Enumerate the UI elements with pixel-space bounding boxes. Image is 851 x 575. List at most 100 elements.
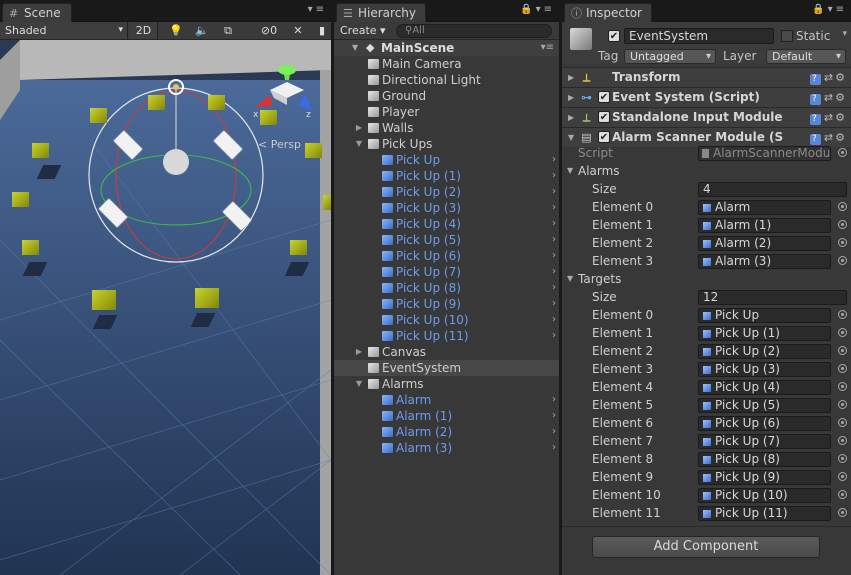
expand-arrow-icon[interactable]: ▶ [354, 344, 364, 360]
object-picker-icon[interactable] [838, 490, 847, 499]
shading-mode-dropdown[interactable]: Shaded ▾ [0, 22, 128, 39]
hierarchy-item[interactable]: Pick Up (10) › [334, 312, 559, 328]
scene-viewport[interactable]: x z < Persp [0, 40, 331, 575]
object-picker-icon[interactable] [838, 454, 847, 463]
scene-gizmo-icon[interactable]: x z [250, 60, 320, 140]
scene-menu-icon[interactable]: ▾≡ [541, 40, 554, 56]
object-reference-field[interactable]: Pick Up (1) [698, 326, 831, 341]
object-picker-icon[interactable] [838, 400, 847, 409]
pickup-cube[interactable] [22, 240, 39, 255]
object-picker-icon[interactable] [838, 238, 847, 247]
chevron-right-icon[interactable]: › [552, 232, 556, 248]
object-reference-field[interactable]: Pick Up [698, 308, 831, 323]
component-event-system[interactable]: ▶ ⊶ ✔ Event System (Script) ? ⇄⚙ [562, 87, 851, 107]
targets-size-field[interactable]: 12 [698, 290, 847, 305]
hierarchy-item[interactable]: ▶ Canvas [334, 344, 559, 360]
hierarchy-item[interactable]: Pick Up (7) › [334, 264, 559, 280]
tab-inspector[interactable]: ⓘ Inspector [564, 3, 652, 22]
expand-arrow-icon[interactable]: ▼ [354, 376, 364, 392]
hierarchy-item[interactable]: Pick Up (1) › [334, 168, 559, 184]
hierarchy-item[interactable]: ▼ Pick Ups [334, 136, 559, 152]
object-reference-field[interactable]: Pick Up (7) [698, 434, 831, 449]
object-picker-icon[interactable] [838, 328, 847, 337]
layer-dropdown[interactable]: Default [766, 49, 846, 64]
add-component-button[interactable]: Add Component [592, 536, 820, 558]
audio-toggle-icon[interactable]: 🔈 [194, 23, 210, 38]
object-reference-field[interactable]: Pick Up (2) [698, 344, 831, 359]
chevron-right-icon[interactable]: › [552, 248, 556, 264]
component-standalone-input[interactable]: ▶ ⟂ ✔ Standalone Input Module ? ⇄⚙ [562, 107, 851, 127]
help-icon[interactable]: ? [809, 74, 821, 85]
object-picker-icon[interactable] [838, 310, 847, 319]
expand-arrow-icon[interactable]: ▼ [354, 136, 364, 152]
chevron-right-icon[interactable]: › [552, 440, 556, 456]
hierarchy-item[interactable]: Alarm › [334, 392, 559, 408]
chevron-right-icon[interactable]: › [552, 184, 556, 200]
component-actions[interactable]: ? ⇄⚙ [809, 108, 847, 127]
tag-dropdown[interactable]: Untagged [624, 49, 716, 64]
object-reference-field[interactable]: Alarm (1) [698, 218, 831, 233]
expand-arrow-icon[interactable]: ▼ [567, 162, 573, 180]
chevron-right-icon[interactable]: › [552, 392, 556, 408]
lighting-toggle-icon[interactable]: 💡 [168, 23, 184, 38]
hierarchy-item[interactable]: EventSystem [334, 360, 559, 376]
tab-hierarchy[interactable]: ☰ Hierarchy [336, 3, 426, 22]
hierarchy-search-input[interactable]: ⚲All [396, 24, 552, 38]
persp-label[interactable]: < Persp [258, 138, 301, 151]
help-icon[interactable]: ? [809, 114, 821, 125]
create-dropdown[interactable]: Create ▾ [340, 24, 386, 38]
component-enabled-checkbox[interactable]: ✔ [598, 111, 610, 123]
expand-arrow-icon[interactable]: ▼ [352, 40, 358, 56]
expand-arrow-icon[interactable]: ▼ [567, 270, 573, 288]
object-reference-field[interactable]: Pick Up (11) [698, 506, 831, 521]
alarms-size-field[interactable]: 4 [698, 182, 847, 197]
effects-toggle-icon[interactable]: ⧉ [220, 23, 236, 38]
expand-arrow-icon[interactable]: ▶ [568, 68, 574, 87]
hierarchy-item[interactable]: Pick Up (6) › [334, 248, 559, 264]
help-icon[interactable]: ? [809, 94, 821, 105]
object-reference-field[interactable]: Alarm (2) [698, 236, 831, 251]
object-reference-field[interactable]: Pick Up (9) [698, 470, 831, 485]
pickup-cube[interactable] [12, 192, 29, 207]
hierarchy-item[interactable]: ▶ Walls [334, 120, 559, 136]
component-actions[interactable]: ? ⇄⚙ [809, 88, 847, 107]
static-checkbox[interactable] [781, 30, 793, 42]
camera-settings-icon[interactable]: ▮ [314, 23, 330, 38]
chevron-right-icon[interactable]: › [552, 216, 556, 232]
hierarchy-item[interactable]: Pick Up (11) › [334, 328, 559, 344]
expand-arrow-icon[interactable]: ▶ [354, 120, 364, 136]
pickup-cube[interactable] [90, 108, 107, 123]
hierarchy-item[interactable]: ▼ Alarms [334, 376, 559, 392]
hierarchy-item[interactable]: Pick Up (8) › [334, 280, 559, 296]
hierarchy-item[interactable]: Alarm (2) › [334, 424, 559, 440]
object-picker-icon[interactable] [838, 202, 847, 211]
object-reference-field[interactable]: Pick Up (4) [698, 380, 831, 395]
pickup-cube[interactable] [32, 143, 49, 158]
component-transform[interactable]: ▶ ⟂ Transform ? ⇄⚙ [562, 67, 851, 87]
panel-menu-icon[interactable]: 🔒▾≡ [812, 4, 847, 15]
hierarchy-item[interactable]: Alarm (1) › [334, 408, 559, 424]
hierarchy-item[interactable]: Pick Up (3) › [334, 200, 559, 216]
hierarchy-item[interactable]: Ground [334, 88, 559, 104]
hierarchy-item[interactable]: Pick Up (9) › [334, 296, 559, 312]
object-picker-icon[interactable] [838, 436, 847, 445]
expand-arrow-icon[interactable]: ▶ [568, 108, 574, 127]
pickup-cube[interactable] [92, 290, 116, 310]
chevron-right-icon[interactable]: › [552, 312, 556, 328]
pickup-cube[interactable] [290, 240, 307, 255]
chevron-right-icon[interactable]: › [552, 152, 556, 168]
chevron-right-icon[interactable]: › [552, 264, 556, 280]
chevron-down-icon[interactable]: ▾ [842, 29, 847, 39]
object-picker-icon[interactable] [838, 256, 847, 265]
hierarchy-item[interactable]: Alarm (3) › [334, 440, 559, 456]
panel-menu-icon[interactable]: ▾≡ [308, 4, 327, 15]
active-checkbox[interactable]: ✔ [608, 30, 620, 42]
alarms-foldout[interactable]: ▼ Alarms [562, 162, 851, 180]
object-picker-icon[interactable] [838, 220, 847, 229]
mode-2d-button[interactable]: 2D [130, 22, 158, 39]
chevron-right-icon[interactable]: › [552, 328, 556, 344]
object-reference-field[interactable]: Pick Up (10) [698, 488, 831, 503]
hierarchy-item[interactable]: Pick Up (4) › [334, 216, 559, 232]
object-picker-icon[interactable] [838, 382, 847, 391]
hierarchy-item[interactable]: Player [334, 104, 559, 120]
